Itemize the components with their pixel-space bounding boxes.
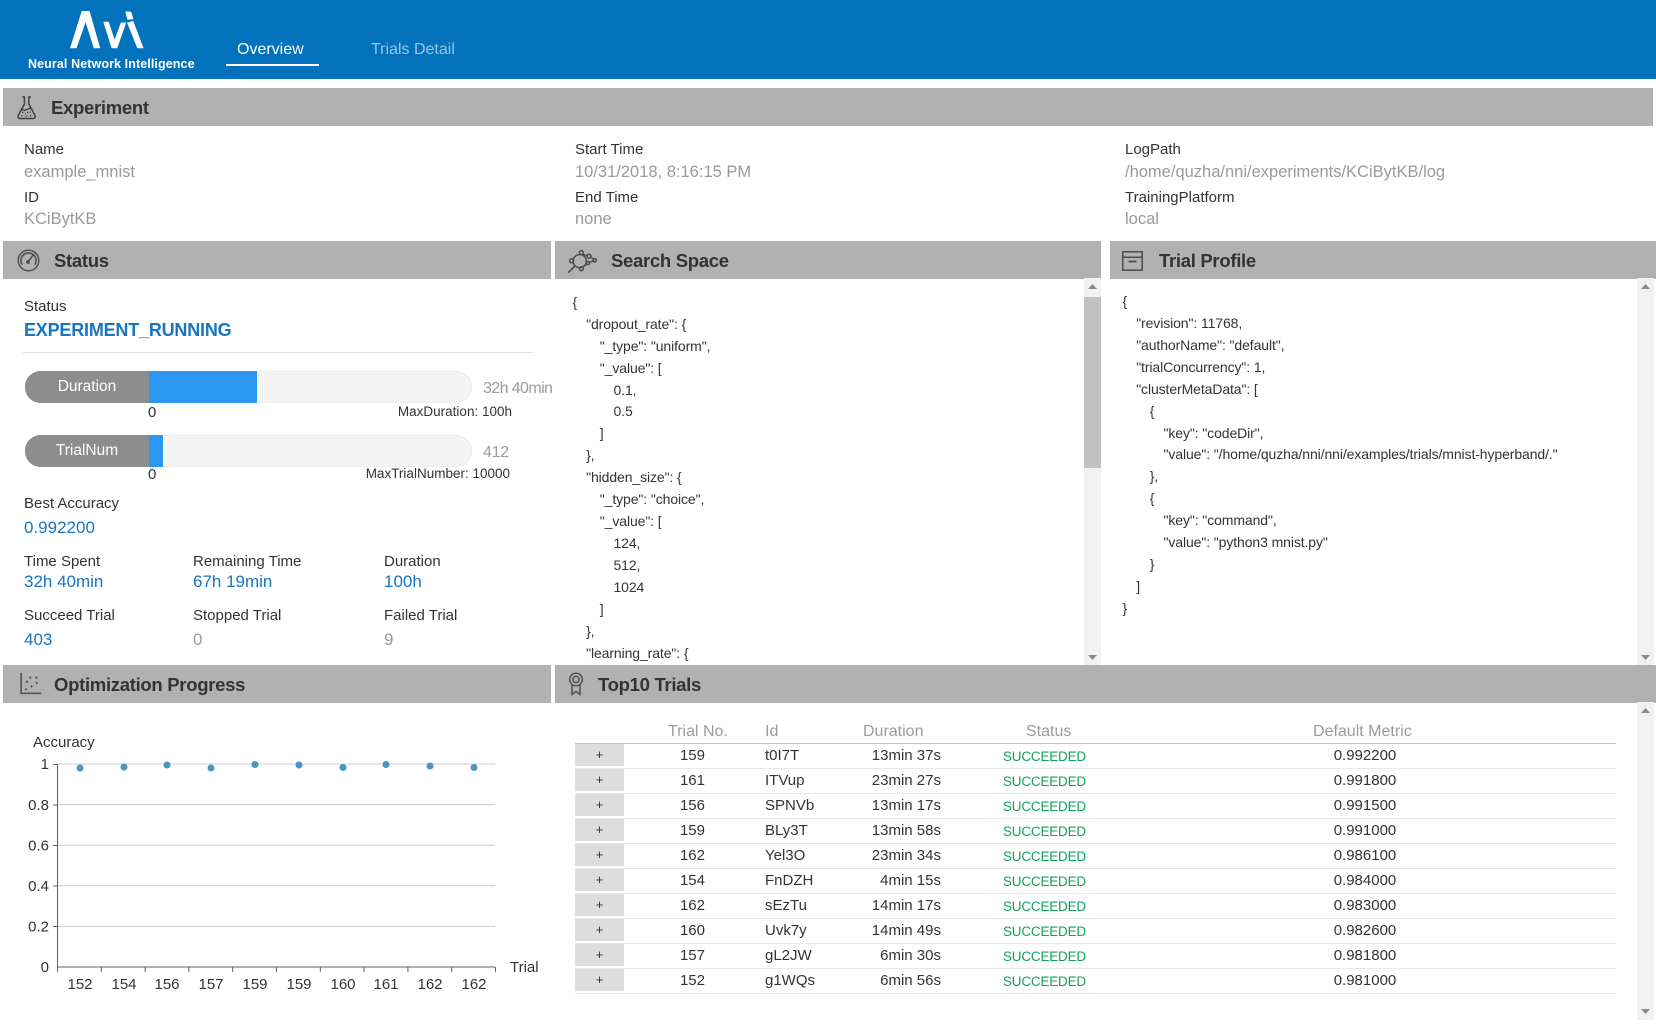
- svg-text:1: 1: [41, 756, 49, 773]
- svg-text:152: 152: [67, 976, 92, 993]
- svg-text:157: 157: [198, 976, 223, 993]
- svg-text:161: 161: [373, 976, 398, 993]
- svg-text:159: 159: [286, 976, 311, 993]
- svg-text:0: 0: [41, 959, 49, 976]
- svg-text:0.2: 0.2: [28, 919, 49, 936]
- svg-text:Trial: Trial: [510, 959, 539, 976]
- svg-text:Accuracy: Accuracy: [33, 734, 95, 751]
- svg-text:159: 159: [242, 976, 267, 993]
- svg-text:162: 162: [461, 976, 486, 993]
- svg-text:0.4: 0.4: [28, 878, 49, 895]
- svg-text:156: 156: [154, 976, 179, 993]
- svg-text:162: 162: [417, 976, 442, 993]
- svg-text:0.8: 0.8: [28, 797, 49, 814]
- svg-text:160: 160: [330, 976, 355, 993]
- svg-text:154: 154: [111, 976, 136, 993]
- svg-text:0.6: 0.6: [28, 838, 49, 855]
